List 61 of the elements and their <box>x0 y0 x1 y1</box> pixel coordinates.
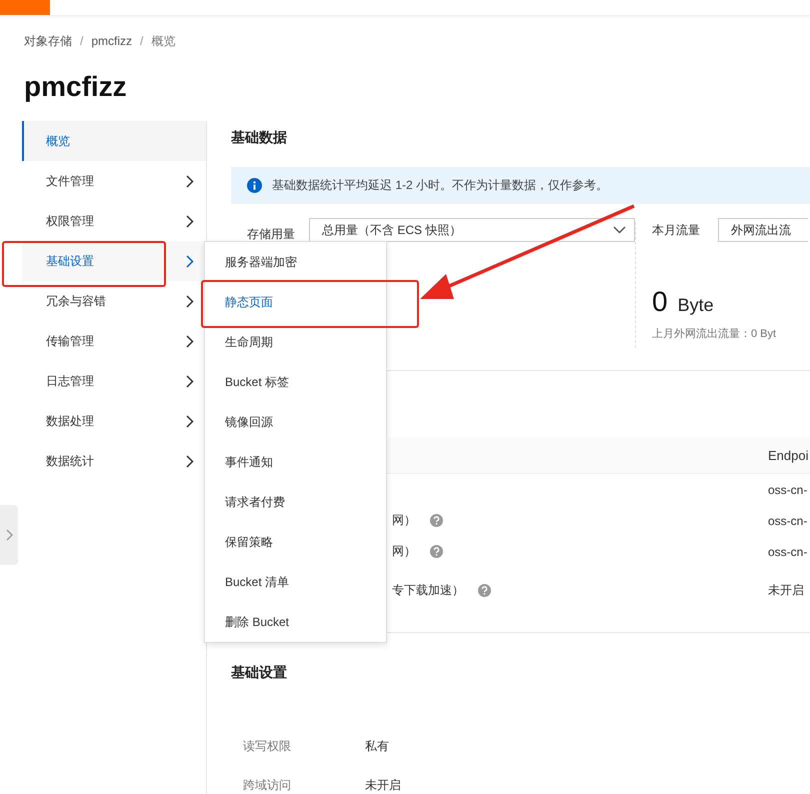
table-cell: 未开启 <box>768 582 804 599</box>
chevron-right-icon <box>186 414 194 428</box>
table-cell: 网） <box>392 512 416 529</box>
table-cell: 网） <box>392 543 416 560</box>
sidebar-item[interactable]: 数据处理 <box>22 401 206 441</box>
sidebar-item[interactable]: 概览 <box>22 121 206 161</box>
help-icon <box>430 545 443 558</box>
setting-label: 读写权限 <box>243 738 292 755</box>
info-icon <box>247 178 262 193</box>
column-header: Endpoi <box>768 448 808 463</box>
table-cell: oss-cn- <box>768 482 808 496</box>
sidebar-item[interactable]: 权限管理 <box>22 201 206 241</box>
traffic-value: 0 <box>652 286 668 318</box>
notice-text: 基础数据统计平均延迟 1-2 小时。不作为计量数据，仅作参考。 <box>272 177 608 194</box>
help-icon <box>430 514 443 527</box>
sidebar-item[interactable]: 日志管理 <box>22 361 206 401</box>
field-label: 存储用量 <box>247 226 295 243</box>
setting-label: 跨域访问 <box>243 777 292 794</box>
sidebar-item[interactable]: 数据统计 <box>22 441 206 481</box>
menu-item[interactable]: 事件通知 <box>205 442 386 482</box>
menu-item[interactable]: 保留策略 <box>205 522 386 562</box>
page-title: pmcfizz <box>24 70 128 104</box>
help-icon <box>478 584 491 597</box>
chevron-down-icon <box>613 226 626 234</box>
chevron-right-icon <box>6 529 12 541</box>
section-title: 基础数据 <box>231 128 288 147</box>
table-cell: oss-cn- <box>768 544 808 558</box>
traffic-select[interactable]: 外网流出流 <box>718 218 808 242</box>
field-label: 本月流量 <box>652 222 700 239</box>
chevron-right-icon <box>186 294 194 308</box>
chevron-right-icon <box>186 374 194 388</box>
chevron-right-icon <box>186 214 194 228</box>
chevron-right-icon <box>186 174 194 188</box>
setting-value: 未开启 <box>365 777 401 794</box>
breadcrumb-link[interactable]: 对象存储 <box>24 32 72 50</box>
logo-block <box>0 0 50 15</box>
chevron-right-icon <box>186 454 194 468</box>
menu-item[interactable]: 删除 Bucket <box>205 602 386 642</box>
menu-item[interactable]: 镜像回源 <box>205 402 386 442</box>
sidebar-item[interactable]: 传输管理 <box>22 321 206 361</box>
sidebar-item[interactable]: 冗余与容错 <box>22 281 206 321</box>
breadcrumb-separator: / <box>140 34 144 48</box>
table-cell: oss-cn- <box>768 514 808 528</box>
menu-item[interactable]: 生命周期 <box>205 322 386 362</box>
menu-item[interactable]: Bucket 标签 <box>205 362 386 402</box>
menu-item[interactable]: Bucket 清单 <box>205 562 386 602</box>
section-title: 基础设置 <box>231 663 288 682</box>
traffic-note: 上月外网流出流量：0 Byt <box>652 326 778 341</box>
breadcrumb-separator: / <box>80 34 84 48</box>
table-cell: 专下载加速） <box>392 582 464 599</box>
chevron-right-icon <box>186 254 194 268</box>
collapse-handle[interactable] <box>0 505 18 565</box>
menu-item[interactable]: 静态页面 <box>205 282 386 322</box>
menu-item[interactable]: 服务器端加密 <box>205 242 386 282</box>
setting-value: 私有 <box>365 738 389 755</box>
sidebar-item[interactable]: 基础设置 <box>22 241 206 281</box>
sidebar-item[interactable]: 文件管理 <box>22 161 206 201</box>
traffic-unit: Byte <box>678 295 714 316</box>
chevron-right-icon <box>186 334 194 348</box>
menu-item[interactable]: 请求者付费 <box>205 482 386 522</box>
breadcrumb-link[interactable]: pmcfizz <box>91 34 132 48</box>
